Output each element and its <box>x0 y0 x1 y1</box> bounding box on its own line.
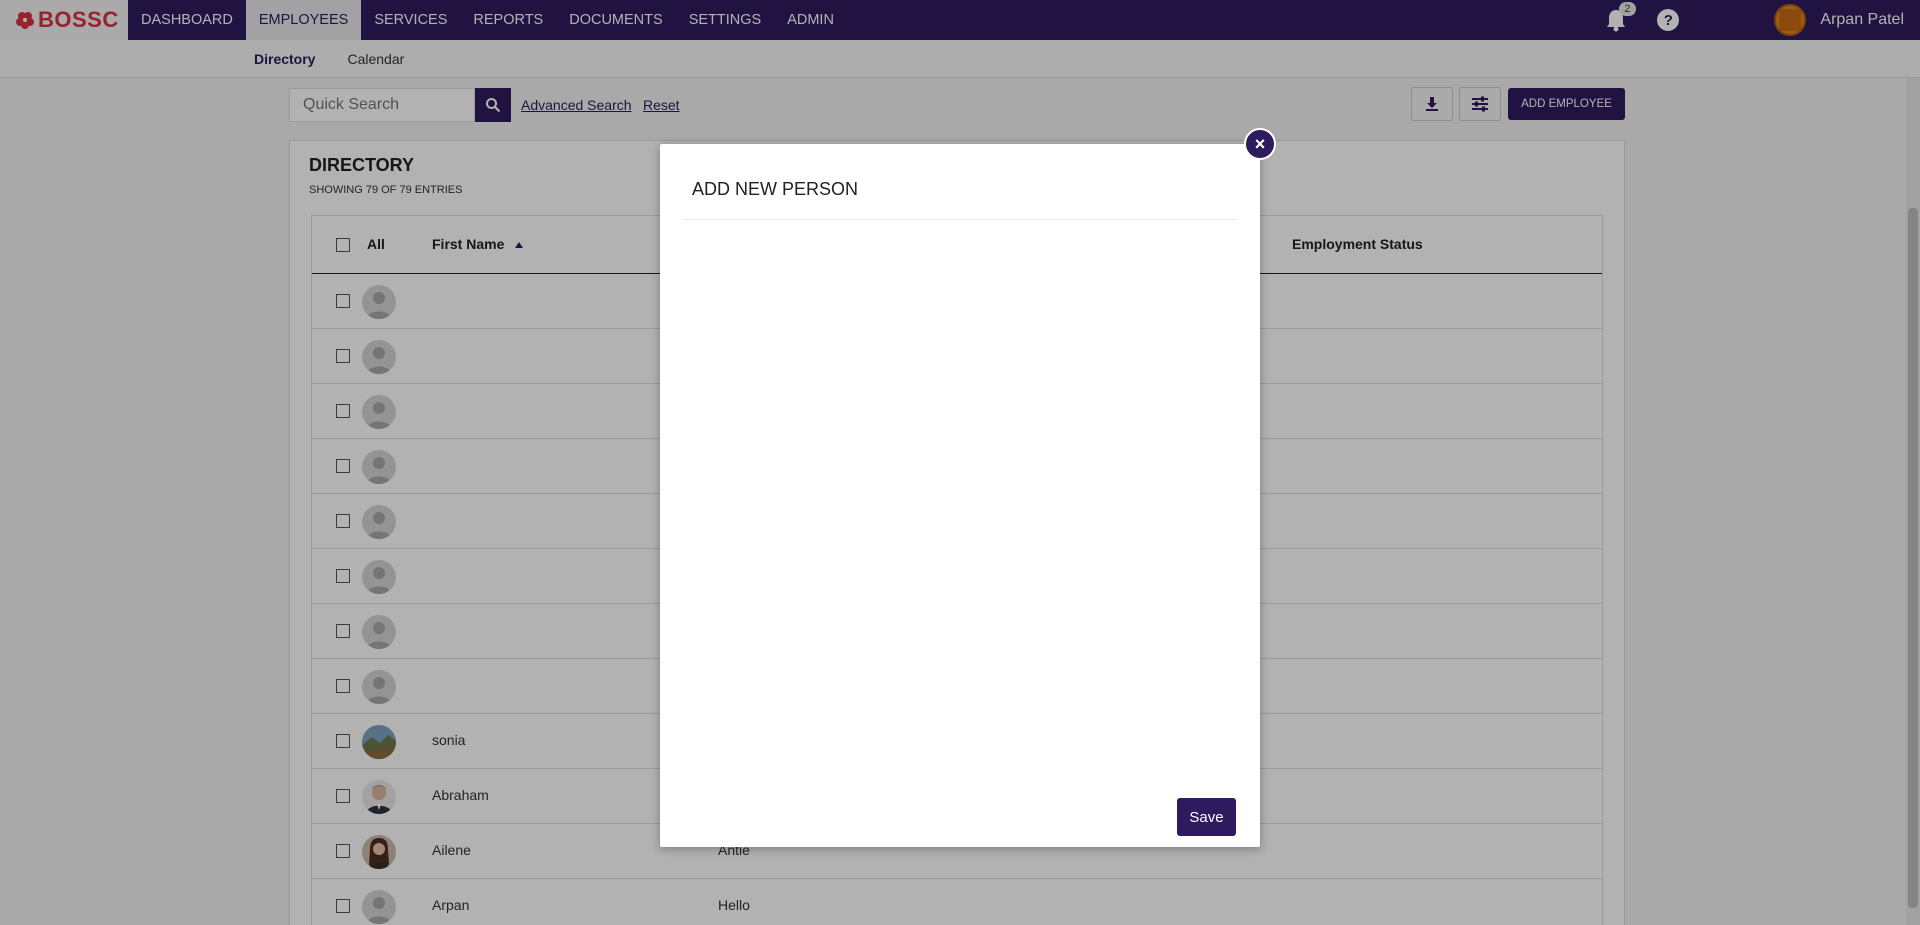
add-person-modal: ADD NEW PERSON Save <box>660 144 1260 847</box>
save-button[interactable]: Save <box>1177 798 1236 836</box>
modal-close-button[interactable]: × <box>1244 128 1276 160</box>
modal-divider <box>684 219 1236 220</box>
modal-title: ADD NEW PERSON <box>692 179 859 199</box>
